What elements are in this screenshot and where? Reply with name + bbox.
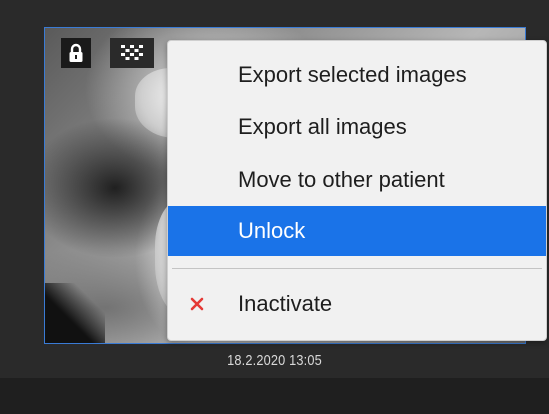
menu-item-export-all-images[interactable]: Export all images <box>168 102 546 152</box>
image-viewer: 18.2.2020 13:05 Export selected images E… <box>0 0 549 414</box>
close-icon <box>190 297 204 311</box>
footer-band <box>0 378 549 414</box>
lock-icon[interactable] <box>61 38 91 68</box>
menu-item-label: Export all images <box>238 114 407 139</box>
menu-item-unlock[interactable]: Unlock <box>168 206 546 256</box>
menu-item-label: Unlock <box>238 218 306 243</box>
image-timestamp: 18.2.2020 13:05 <box>227 352 322 369</box>
menu-item-inactivate[interactable]: Inactivate <box>168 279 546 329</box>
menu-item-label: Inactivate <box>238 291 333 316</box>
menu-item-label: Export selected images <box>238 62 467 87</box>
grid-icon[interactable] <box>110 38 154 68</box>
menu-item-label: Move to other patient <box>238 167 445 192</box>
menu-item-export-selected-images[interactable]: Export selected images <box>168 50 546 100</box>
context-menu: Export selected images Export all images… <box>167 40 547 341</box>
menu-separator <box>172 268 542 269</box>
menu-item-move-to-other-patient[interactable]: Move to other patient <box>168 155 546 205</box>
xray-dark-region <box>45 283 105 343</box>
